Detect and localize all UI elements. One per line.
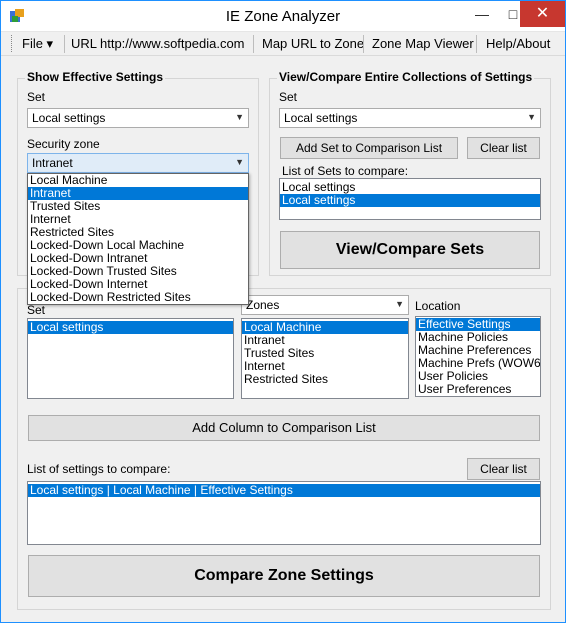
close-button[interactable]: ✕ — [520, 1, 565, 27]
minimize-button[interactable]: — — [467, 1, 497, 27]
zones-select-value: Zones — [246, 298, 280, 312]
security-zone-label: Security zone — [27, 137, 100, 151]
collections-set-label: Set — [279, 90, 298, 104]
collections-set-select[interactable]: Local settings ▼ — [279, 108, 541, 128]
chevron-down-icon: ▼ — [527, 112, 536, 122]
list-item[interactable]: Local settings — [28, 321, 233, 334]
set-label: Set — [27, 90, 46, 104]
collections-set-value: Local settings — [284, 111, 358, 125]
menu-file[interactable]: File ▾ — [22, 36, 53, 52]
security-zone-dropdown[interactable]: Local Machine Intranet Trusted Sites Int… — [27, 173, 249, 305]
add-set-button[interactable]: Add Set to Comparison List — [280, 137, 458, 159]
compare-set-list[interactable]: Local settings — [27, 318, 234, 399]
chevron-down-icon: ▼ — [235, 112, 244, 122]
zone-list[interactable]: Local Machine Intranet Trusted Sites Int… — [241, 318, 409, 399]
settings-list-label: List of settings to compare: — [27, 462, 171, 476]
dropdown-option[interactable]: Locked-Down Restricted Sites — [28, 291, 248, 304]
clear-settings-button[interactable]: Clear list — [467, 458, 540, 480]
menu-bar: File ▾ URL http://www.softpedia.com Map … — [1, 32, 565, 56]
chevron-down-icon: ▼ — [235, 157, 244, 167]
toolbar-grip-icon — [11, 35, 13, 52]
location-list[interactable]: Effective Settings Machine Policies Mach… — [415, 316, 541, 397]
menu-separator — [64, 35, 65, 53]
sets-list[interactable]: Local settings Local settings — [279, 178, 541, 220]
compare-zone-settings-button[interactable]: Compare Zone Settings — [28, 555, 540, 597]
menu-separator — [253, 35, 254, 53]
list-item[interactable]: Restricted Sites — [242, 373, 408, 386]
compare-set-label: Set — [27, 303, 46, 317]
security-zone-select[interactable]: Intranet ▼ — [27, 153, 249, 173]
menu-map-url[interactable]: Map URL to Zone — [262, 36, 364, 51]
effective-set-select[interactable]: Local settings ▼ — [27, 108, 249, 128]
chevron-down-icon: ▼ — [395, 299, 404, 309]
app-window: IE Zone Analyzer — □ ✕ File ▾ URL http:/… — [0, 0, 566, 623]
effective-set-value: Local settings — [32, 111, 106, 125]
settings-compare-list[interactable]: Local settings | Local Machine | Effecti… — [27, 481, 541, 545]
list-item[interactable]: User Preferences — [416, 383, 540, 396]
sets-list-label: List of Sets to compare: — [282, 164, 409, 178]
location-label: Location — [415, 299, 461, 313]
effective-settings-heading: Show Effective Settings — [25, 70, 166, 84]
url-field[interactable]: http://www.softpedia.com — [100, 36, 245, 51]
title-bar: IE Zone Analyzer — □ ✕ — [1, 1, 565, 32]
add-column-button[interactable]: Add Column to Comparison List — [28, 415, 540, 441]
menu-separator — [363, 35, 364, 53]
list-item[interactable]: Local settings — [280, 194, 540, 207]
menu-help-about[interactable]: Help/About — [486, 36, 550, 51]
menu-zone-map-viewer[interactable]: Zone Map Viewer — [372, 36, 474, 51]
menu-separator — [476, 35, 477, 53]
url-label: URL — [71, 36, 98, 51]
view-compare-sets-button[interactable]: View/Compare Sets — [280, 231, 540, 269]
zones-select[interactable]: Zones ▼ — [241, 295, 409, 315]
collections-heading: View/Compare Entire Collections of Setti… — [277, 70, 535, 84]
clear-sets-button[interactable]: Clear list — [467, 137, 540, 159]
list-item[interactable]: Local settings | Local Machine | Effecti… — [28, 484, 540, 497]
security-zone-value: Intranet — [32, 156, 73, 170]
